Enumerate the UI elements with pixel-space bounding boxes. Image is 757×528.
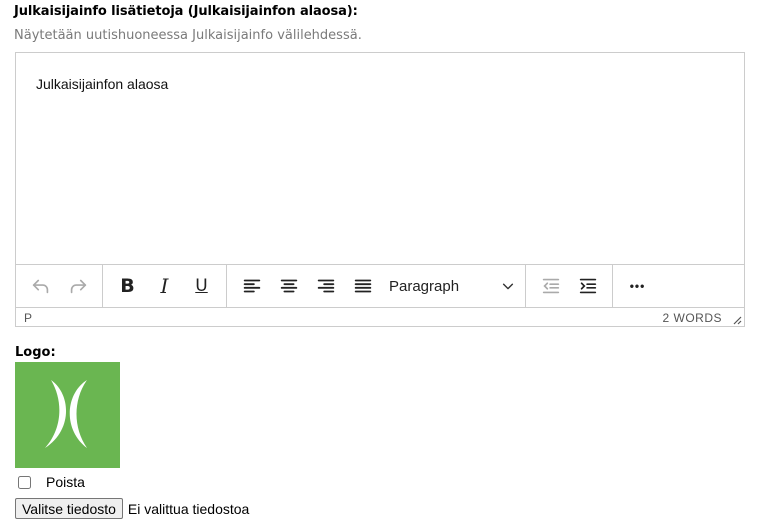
editor-toolbar: B I U Paragraph ••• — [16, 264, 744, 308]
indent-icon — [579, 278, 596, 294]
format-group: B I U — [103, 265, 227, 307]
underline-button[interactable]: U — [183, 269, 220, 303]
align-group: Paragraph — [227, 265, 526, 307]
file-upload: Valitse tiedosto Ei valittua tiedostoa — [15, 498, 249, 519]
remove-logo-row[interactable]: Poista — [18, 474, 85, 490]
field-help-text: Näytetään uutishuoneessa Julkaisijainfo … — [14, 28, 362, 43]
align-left-button[interactable] — [233, 269, 270, 303]
align-center-icon — [280, 279, 297, 293]
bold-button[interactable]: B — [109, 269, 146, 303]
redo-button[interactable] — [59, 269, 96, 303]
history-group — [16, 265, 103, 307]
align-right-button[interactable] — [307, 269, 344, 303]
outdent-button[interactable] — [532, 269, 569, 303]
field-label: Julkaisijainfo lisätietoja (Julkaisijain… — [14, 4, 358, 19]
chevron-down-icon — [502, 283, 514, 290]
more-button[interactable]: ••• — [619, 269, 656, 303]
logo-image — [15, 362, 120, 468]
file-status-text: Ei valittua tiedostoa — [127, 500, 250, 517]
remove-logo-label[interactable]: Poista — [46, 474, 85, 490]
editor-paragraph[interactable]: Julkaisijainfon alaosa — [36, 76, 724, 92]
undo-icon — [32, 279, 48, 294]
align-center-button[interactable] — [270, 269, 307, 303]
align-justify-icon — [354, 279, 371, 293]
align-left-icon — [243, 279, 260, 293]
editor-statusbar: P 2 WORDS — [16, 308, 744, 327]
resize-handle-icon[interactable] — [732, 315, 742, 325]
align-right-icon — [317, 279, 334, 293]
block-format-value: Paragraph — [389, 277, 460, 295]
editor-content-area[interactable]: Julkaisijainfon alaosa — [16, 53, 744, 264]
element-path[interactable]: P — [24, 311, 32, 325]
word-count[interactable]: 2 WORDS — [662, 311, 722, 325]
logo-label: Logo: — [15, 345, 56, 360]
undo-button[interactable] — [22, 269, 59, 303]
indent-button[interactable] — [569, 269, 606, 303]
italic-button[interactable]: I — [146, 269, 183, 303]
redo-icon — [70, 279, 86, 294]
more-group: ••• — [613, 265, 662, 307]
outdent-icon — [542, 278, 559, 294]
indent-group — [526, 265, 613, 307]
align-justify-button[interactable] — [344, 269, 381, 303]
block-format-select[interactable]: Paragraph — [381, 269, 519, 303]
rich-text-editor: Julkaisijainfon alaosa B I U Paragraph •… — [15, 52, 745, 327]
choose-file-button[interactable]: Valitse tiedosto — [15, 498, 123, 519]
remove-logo-checkbox[interactable] — [18, 475, 31, 489]
